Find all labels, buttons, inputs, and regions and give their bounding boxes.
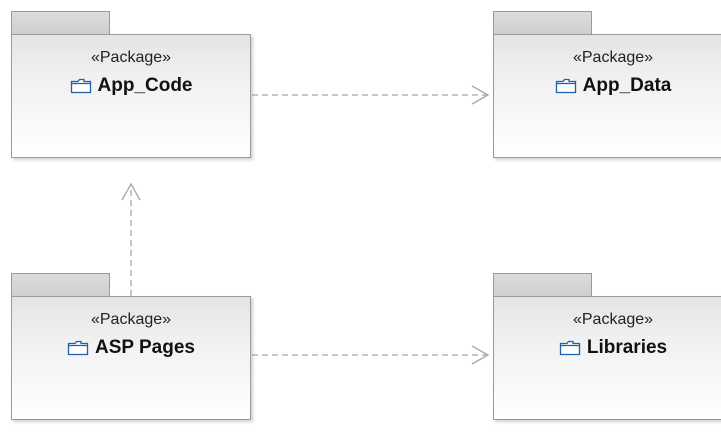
package-body: «Package» App_Data — [493, 34, 721, 158]
package-name: Libraries — [586, 337, 668, 358]
package-name-row: ASP Pages — [12, 337, 250, 359]
package-body: «Package» Libraries — [493, 296, 721, 420]
package-name: App_Data — [582, 75, 672, 96]
package-name-row: Libraries — [494, 337, 721, 359]
package-tab — [11, 11, 110, 35]
package-name-row: App_Code — [12, 75, 250, 97]
dependency-app-code-to-app-data[interactable] — [252, 85, 490, 105]
package-diagram: «Package» App_Code «Package» App_Data «P… — [0, 0, 721, 441]
package-tab — [493, 273, 592, 297]
package-libraries[interactable]: «Package» Libraries — [493, 273, 721, 420]
package-name-row: App_Data — [494, 75, 721, 97]
package-body: «Package» ASP Pages — [11, 296, 251, 420]
package-app-code[interactable]: «Package» App_Code — [11, 11, 251, 158]
folder-icon — [67, 340, 89, 356]
folder-icon — [559, 340, 581, 356]
package-tab — [493, 11, 592, 35]
package-app-data[interactable]: «Package» App_Data — [493, 11, 721, 158]
package-stereotype: «Package» — [572, 49, 654, 66]
package-body: «Package» App_Code — [11, 34, 251, 158]
package-name: App_Code — [97, 75, 193, 96]
package-tab — [11, 273, 110, 297]
package-name: ASP Pages — [95, 337, 195, 358]
package-asp-pages[interactable]: «Package» ASP Pages — [11, 273, 251, 420]
folder-icon — [70, 78, 91, 94]
dependency-asp-pages-to-libraries[interactable] — [252, 345, 490, 365]
package-stereotype: «Package» — [90, 311, 172, 328]
package-stereotype: «Package» — [90, 49, 172, 66]
folder-icon — [555, 78, 576, 94]
package-stereotype: «Package» — [572, 311, 654, 328]
